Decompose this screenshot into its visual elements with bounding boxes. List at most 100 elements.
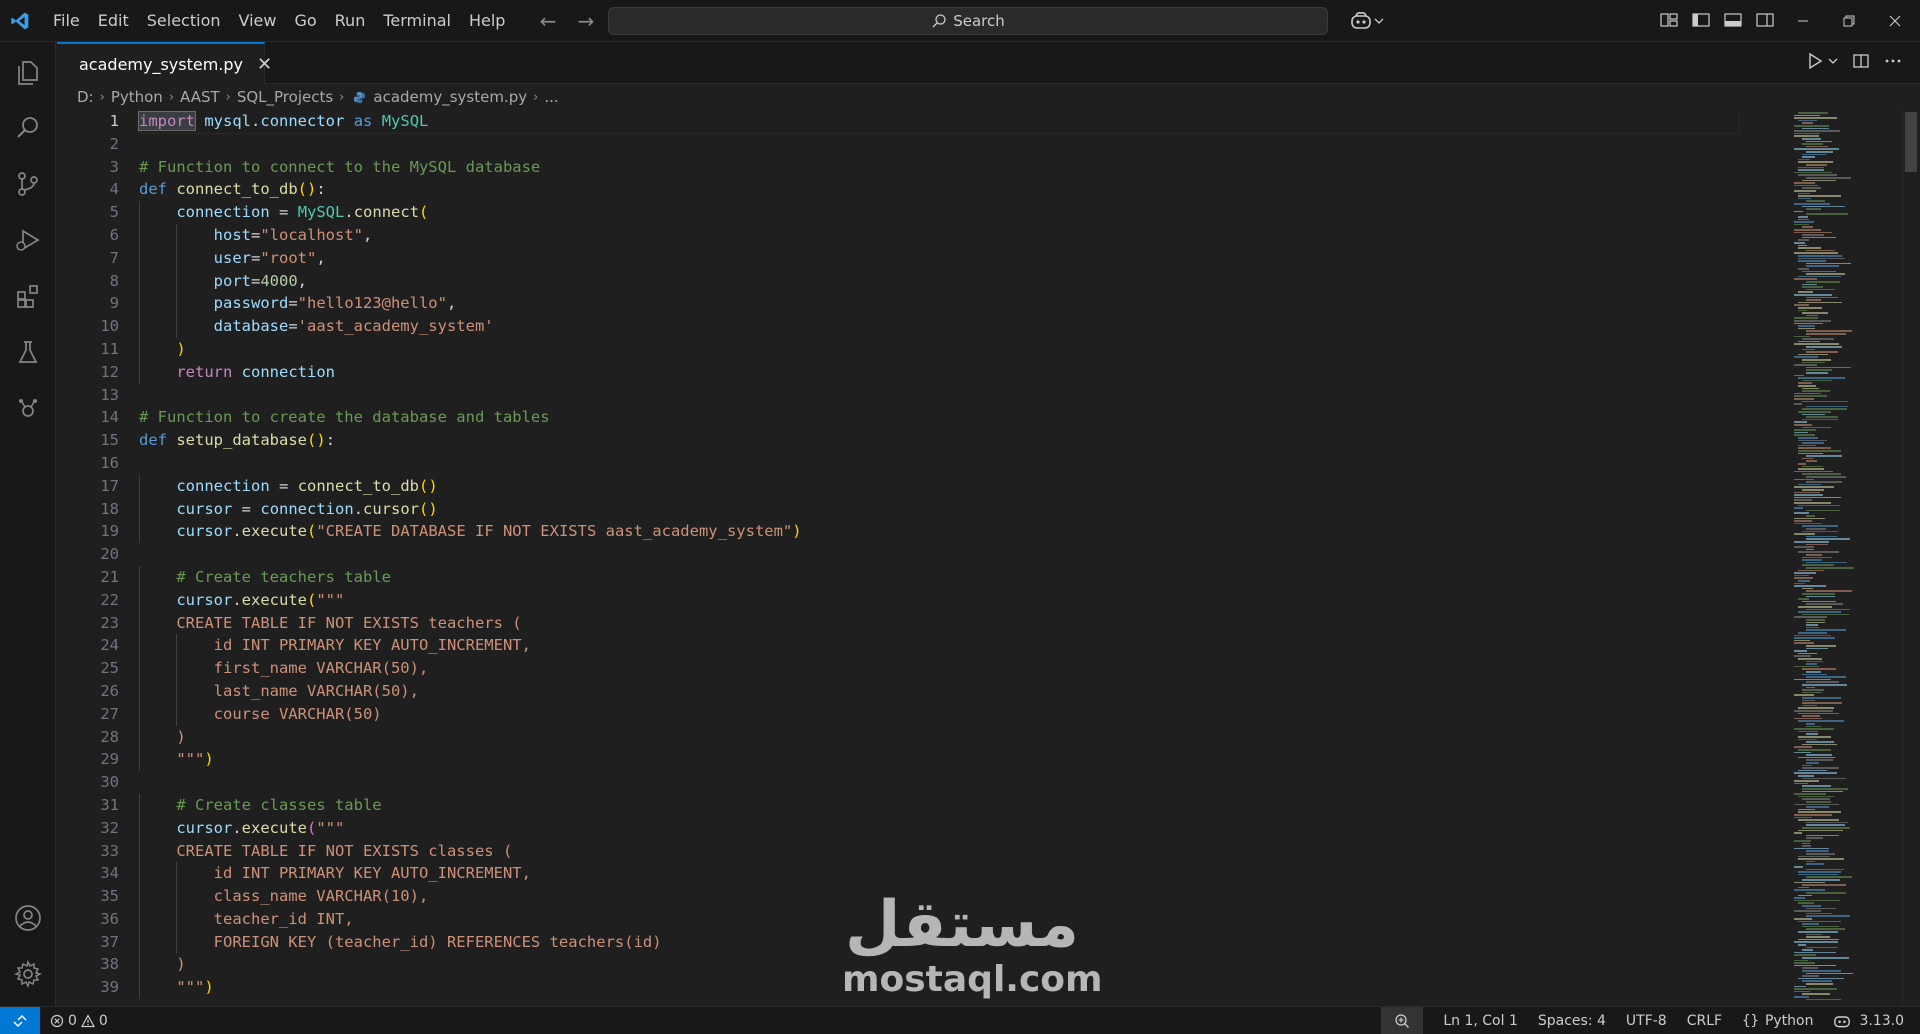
forward-arrow-icon[interactable]: → bbox=[574, 9, 598, 33]
run-and-debug-icon[interactable] bbox=[0, 214, 56, 266]
end-of-line[interactable]: CRLF bbox=[1687, 1013, 1722, 1029]
menu-terminal[interactable]: Terminal bbox=[374, 0, 460, 42]
extensions-icon[interactable] bbox=[0, 270, 56, 322]
code-line[interactable]: last_name VARCHAR(50), bbox=[139, 679, 1739, 703]
python-version: 3.13.0 bbox=[1859, 1013, 1904, 1029]
indentation[interactable]: Spaces: 4 bbox=[1538, 1013, 1606, 1029]
minimap-line bbox=[1794, 572, 1817, 574]
menu-run[interactable]: Run bbox=[326, 0, 375, 42]
close-window-icon[interactable] bbox=[1872, 0, 1918, 42]
code-line[interactable]: course VARCHAR(50) bbox=[139, 702, 1739, 726]
cursor-position[interactable]: Ln 1, Col 1 bbox=[1443, 1013, 1518, 1029]
command-center-search[interactable]: Search bbox=[608, 7, 1328, 35]
code-line[interactable]: user="root", bbox=[139, 246, 1739, 270]
code-line[interactable]: # Function to create the database and ta… bbox=[139, 406, 1739, 429]
remote-indicator[interactable] bbox=[0, 1006, 40, 1034]
source-control-icon[interactable] bbox=[0, 158, 56, 210]
breadcrumb-drive[interactable]: D: bbox=[77, 88, 94, 106]
code-line[interactable]: def setup_database(): bbox=[139, 429, 1739, 452]
toggle-secondary-sidebar-icon[interactable] bbox=[1754, 9, 1776, 31]
vertical-scrollbar[interactable] bbox=[1902, 110, 1918, 1006]
menu-help[interactable]: Help bbox=[460, 0, 514, 42]
code-lines[interactable]: import mysql.connector as MySQL # Functio… bbox=[138, 110, 1740, 1000]
toggle-panel-icon[interactable] bbox=[1722, 9, 1744, 31]
breadcrumb-python[interactable]: Python bbox=[111, 88, 163, 106]
code-line[interactable]: import mysql.connector as MySQL bbox=[138, 110, 1740, 134]
menu-file[interactable]: File bbox=[44, 0, 89, 42]
minimize-icon[interactable] bbox=[1780, 0, 1826, 42]
menu-view[interactable]: View bbox=[230, 0, 286, 42]
code-line[interactable]: first_name VARCHAR(50), bbox=[139, 657, 1739, 680]
code-line[interactable]: connection = MySQL.connect( bbox=[139, 201, 1739, 224]
copilot-button[interactable] bbox=[1350, 9, 1384, 33]
minimap-line bbox=[1802, 153, 1827, 156]
close-tab-icon[interactable]: ✕ bbox=[257, 54, 272, 75]
code-line[interactable] bbox=[139, 543, 1739, 566]
code-line[interactable]: # Function to connect to the MySQL datab… bbox=[139, 156, 1739, 179]
remote-explorer-icon[interactable] bbox=[0, 382, 56, 434]
more-actions-icon[interactable] bbox=[1884, 52, 1902, 70]
zoom-icon bbox=[1395, 1014, 1410, 1028]
code-line[interactable] bbox=[139, 133, 1739, 156]
minimap-line bbox=[1794, 431, 1808, 434]
gear-icon[interactable] bbox=[0, 948, 56, 1000]
run-file-icon[interactable] bbox=[1806, 52, 1824, 70]
menu-selection[interactable]: Selection bbox=[138, 0, 230, 42]
explorer-icon[interactable] bbox=[0, 46, 56, 98]
testing-icon[interactable] bbox=[0, 326, 56, 378]
code-line[interactable] bbox=[139, 452, 1739, 475]
code-line[interactable]: def connect_to_db(): bbox=[139, 178, 1739, 201]
search-view-icon[interactable] bbox=[0, 102, 56, 154]
code-line[interactable]: port=4000, bbox=[139, 269, 1739, 293]
minimap-line bbox=[1798, 720, 1844, 722]
code-editor[interactable]: 1 2 3 4 5 6 7 8 9 10 11 12 13 14 15 16 17 18 19 20 21 22 23 24 2… bbox=[57, 110, 1777, 1006]
code-line[interactable]: cursor.execute("CREATE DATABASE IF NOT E… bbox=[139, 520, 1739, 544]
code-line[interactable]: ) bbox=[139, 725, 1739, 749]
run-options-chevron-icon[interactable] bbox=[1828, 56, 1838, 66]
menu-edit[interactable]: Edit bbox=[89, 0, 138, 42]
code-line[interactable]: CREATE TABLE IF NOT EXISTS teachers ( bbox=[139, 611, 1739, 635]
code-line[interactable]: connection = connect_to_db() bbox=[139, 474, 1739, 498]
code-line[interactable]: teacher_id INT, bbox=[139, 907, 1739, 931]
code-line[interactable]: cursor.execute(""" bbox=[139, 816, 1739, 840]
breadcrumb-aast[interactable]: AAST bbox=[180, 88, 220, 106]
tab-academy-system[interactable]: academy_system.py ✕ bbox=[57, 42, 272, 84]
breadcrumb-sql-projects[interactable]: SQL_Projects bbox=[237, 88, 333, 106]
code-line[interactable] bbox=[139, 384, 1739, 407]
code-line[interactable]: id INT PRIMARY KEY AUTO_INCREMENT, bbox=[139, 634, 1739, 658]
code-line[interactable]: return connection bbox=[139, 360, 1739, 384]
code-line[interactable]: ) bbox=[139, 337, 1739, 361]
customize-layout-icon[interactable] bbox=[1658, 9, 1680, 31]
menu-go[interactable]: Go bbox=[285, 0, 325, 42]
code-line[interactable]: cursor = connection.cursor() bbox=[139, 497, 1739, 521]
file-encoding[interactable]: UTF-8 bbox=[1626, 1013, 1667, 1029]
code-line[interactable]: id INT PRIMARY KEY AUTO_INCREMENT, bbox=[139, 862, 1739, 886]
zoom-indicator[interactable] bbox=[1381, 1007, 1424, 1034]
scrollbar-thumb[interactable] bbox=[1905, 112, 1917, 172]
code-line[interactable]: """) bbox=[139, 748, 1739, 772]
back-arrow-icon[interactable]: ← bbox=[536, 9, 560, 33]
python-interpreter[interactable]: 3.13.0 bbox=[1833, 1013, 1904, 1029]
code-line[interactable] bbox=[139, 771, 1739, 794]
code-line[interactable]: class_name VARCHAR(10), bbox=[139, 885, 1739, 908]
code-line[interactable]: """) bbox=[139, 976, 1739, 1000]
code-line[interactable]: # Create classes table bbox=[139, 793, 1739, 817]
code-line[interactable]: # Create teachers table bbox=[139, 565, 1739, 589]
breadcrumb-symbols[interactable]: ... bbox=[544, 88, 558, 106]
toggle-primary-sidebar-icon[interactable] bbox=[1690, 9, 1712, 31]
language-mode[interactable]: {} Python bbox=[1742, 1013, 1813, 1029]
accounts-icon[interactable] bbox=[0, 892, 56, 944]
code-line[interactable]: ) bbox=[139, 953, 1739, 977]
minimap[interactable] bbox=[1790, 110, 1898, 1006]
code-line[interactable]: cursor.execute(""" bbox=[139, 588, 1739, 612]
breadcrumb-file[interactable]: academy_system.py bbox=[373, 88, 527, 106]
minimap-line bbox=[1794, 322, 1824, 325]
code-line[interactable]: password="hello123@hello", bbox=[139, 292, 1739, 316]
code-line[interactable]: CREATE TABLE IF NOT EXISTS classes ( bbox=[139, 839, 1739, 863]
code-line[interactable]: database='aast_academy_system' bbox=[139, 315, 1739, 338]
restore-icon[interactable] bbox=[1826, 0, 1872, 42]
code-line[interactable]: FOREIGN KEY (teacher_id) REFERENCES teac… bbox=[139, 930, 1739, 954]
problems-indicator[interactable]: 0 0 bbox=[50, 1013, 108, 1029]
split-editor-icon[interactable] bbox=[1852, 52, 1870, 70]
code-line[interactable]: host="localhost", bbox=[139, 223, 1739, 247]
